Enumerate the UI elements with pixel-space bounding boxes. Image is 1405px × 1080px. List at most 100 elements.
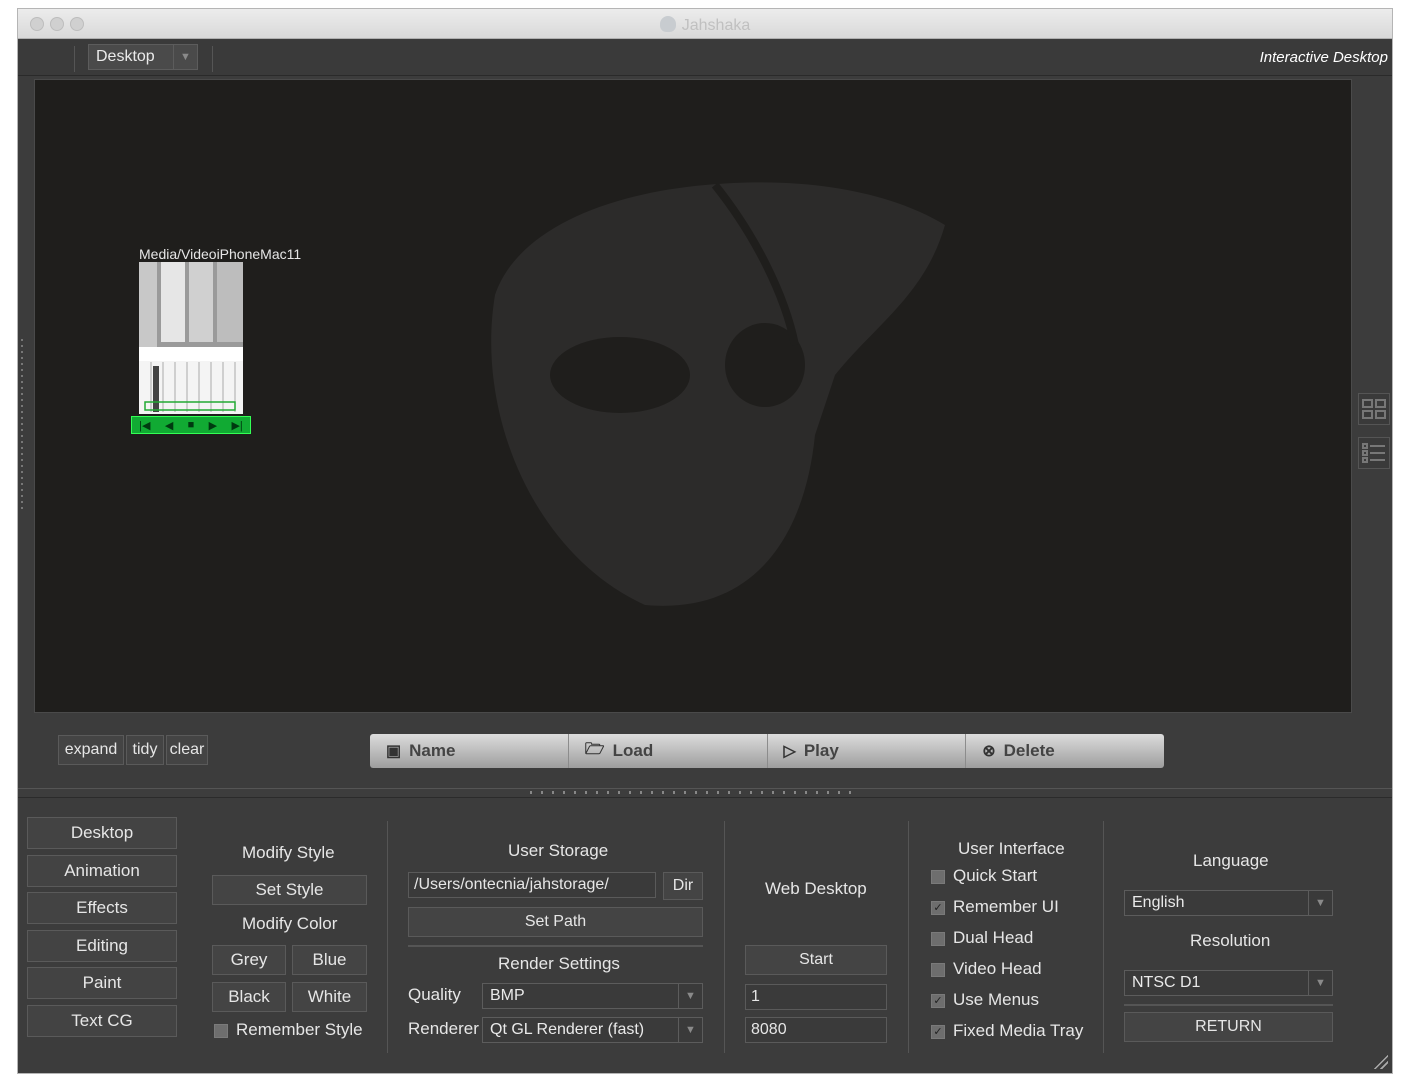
list-view-icon[interactable] <box>1358 437 1390 469</box>
quality-select-value: BMP <box>490 987 525 1004</box>
window-title-text: Jahshaka <box>681 17 751 34</box>
clip-transport-controls: |◀ ◀ ■ ▶ ▶| <box>131 416 251 434</box>
resolution-select-value: NTSC D1 <box>1132 974 1201 991</box>
delete-button[interactable]: ⊗ Delete <box>966 734 1164 768</box>
load-button[interactable]: 🗁 Load <box>569 734 768 768</box>
language-label: Language <box>1193 851 1269 870</box>
nav-animation-button[interactable]: Animation <box>27 855 177 887</box>
renderer-select-value: Qt GL Renderer (fast) <box>490 1021 645 1038</box>
quick-start-checkbox[interactable] <box>931 870 945 884</box>
grid-view-icon[interactable] <box>1358 393 1390 425</box>
desktop-select[interactable]: Desktop ▼ <box>88 44 198 70</box>
skip-end-icon[interactable]: ▶| <box>231 419 242 432</box>
nav-desktop-button[interactable]: Desktop <box>27 817 177 849</box>
app-window: Jahshaka Desktop ▼ Interactive Desktop M… <box>17 8 1393 1074</box>
remember-ui-label: Remember UI <box>953 897 1059 916</box>
jahshaka-mask-watermark <box>491 182 945 606</box>
nav-editing-button[interactable]: Editing <box>27 930 177 962</box>
resolution-label: Resolution <box>1190 931 1271 950</box>
use-menus-label: Use Menus <box>953 990 1039 1009</box>
separator <box>908 821 909 1053</box>
settings-panel: Desktop Animation Effects Editing Paint … <box>18 799 1392 1073</box>
media-clip[interactable]: Media/VideoiPhoneMac11 |◀ ◀ ■ ▶ ▶| <box>131 246 301 434</box>
storage-path-input[interactable]: /Users/ontecnia/jahstorage/ <box>408 872 656 898</box>
separator <box>1103 821 1104 1053</box>
set-style-button[interactable]: Set Style <box>212 875 367 905</box>
image-icon: ▣ <box>386 743 402 760</box>
interactive-desktop[interactable]: Media/VideoiPhoneMac11 |◀ ◀ ■ ▶ ▶| <box>34 79 1352 713</box>
dual-head-checkbox[interactable] <box>931 932 945 946</box>
video-head-checkbox[interactable] <box>931 963 945 977</box>
quality-select[interactable]: BMP ▼ <box>482 983 703 1009</box>
name-button-label: Name <box>409 741 456 760</box>
set-path-button[interactable]: Set Path <box>408 907 703 937</box>
language-select-value: English <box>1132 894 1185 911</box>
grey-button[interactable]: Grey <box>212 945 286 975</box>
separator <box>408 945 703 947</box>
chevron-down-icon: ▼ <box>1308 891 1332 915</box>
nav-paint-button[interactable]: Paint <box>27 967 177 999</box>
remember-style-checkbox[interactable] <box>214 1024 228 1038</box>
resolution-select[interactable]: NTSC D1 ▼ <box>1124 970 1333 996</box>
remember-style-label: Remember Style <box>236 1020 363 1039</box>
load-button-label: Load <box>612 741 654 760</box>
video-head-label: Video Head <box>953 959 1042 978</box>
chevron-down-icon: ▼ <box>1308 971 1332 995</box>
web-start-button[interactable]: Start <box>745 945 887 975</box>
render-settings-label: Render Settings <box>498 954 620 973</box>
modify-color-label: Modify Color <box>242 914 338 933</box>
return-button[interactable]: RETURN <box>1124 1012 1333 1042</box>
clip-thumbnail <box>139 262 243 414</box>
window-resize-handle[interactable] <box>1372 1053 1388 1069</box>
web-field-input[interactable]: 1 <box>745 984 887 1010</box>
separator <box>212 46 213 72</box>
white-button[interactable]: White <box>292 982 367 1012</box>
black-button[interactable]: Black <box>212 982 286 1012</box>
separator <box>1124 1004 1333 1006</box>
separator <box>724 821 725 1053</box>
dir-button[interactable]: Dir <box>663 872 703 900</box>
delete-icon: ⊗ <box>982 743 996 760</box>
user-interface-label: User Interface <box>958 839 1065 858</box>
panel-splitter[interactable] <box>18 788 1392 798</box>
remember-ui-checkbox[interactable]: ✓ <box>931 901 945 915</box>
dual-head-label: Dual Head <box>953 928 1034 947</box>
chevron-down-icon: ▼ <box>678 984 702 1008</box>
renderer-select[interactable]: Qt GL Renderer (fast) ▼ <box>482 1017 703 1043</box>
renderer-label: Renderer <box>408 1019 479 1038</box>
clip-title: Media/VideoiPhoneMac11 <box>139 246 302 262</box>
clear-button[interactable]: clear <box>166 735 208 765</box>
step-back-icon[interactable]: ◀ <box>165 419 173 432</box>
top-toolbar: Desktop ▼ Interactive Desktop <box>18 40 1392 76</box>
name-button[interactable]: ▣ Name <box>370 734 569 768</box>
mode-title: Interactive Desktop <box>1259 49 1388 66</box>
separator <box>74 46 75 72</box>
blue-button[interactable]: Blue <box>292 945 367 975</box>
nav-effects-button[interactable]: Effects <box>27 892 177 924</box>
title-bar: Jahshaka <box>18 9 1392 39</box>
expand-button[interactable]: expand <box>58 735 124 765</box>
delete-button-label: Delete <box>1003 741 1055 760</box>
left-resize-grip[interactable] <box>21 339 23 509</box>
fixed-media-tray-label: Fixed Media Tray <box>953 1021 1084 1040</box>
use-menus-checkbox[interactable]: ✓ <box>931 994 945 1008</box>
media-toolbar: ▣ Name 🗁 Load ▷ Play ⊗ Delete <box>370 734 1164 768</box>
language-select[interactable]: English ▼ <box>1124 890 1333 916</box>
play-icon[interactable]: ▶ <box>209 419 217 432</box>
web-desktop-label: Web Desktop <box>765 879 867 898</box>
desktop-select-value: Desktop <box>96 48 155 65</box>
skip-start-icon[interactable]: |◀ <box>139 419 150 432</box>
fixed-media-tray-checkbox[interactable]: ✓ <box>931 1025 945 1039</box>
tidy-button[interactable]: tidy <box>126 735 164 765</box>
modify-style-label: Modify Style <box>242 843 335 862</box>
stop-icon[interactable]: ■ <box>188 419 195 431</box>
app-logo-icon <box>659 16 676 32</box>
folder-open-icon: 🗁 <box>584 740 605 758</box>
play-icon: ▷ <box>783 743 796 760</box>
play-button-label: Play <box>803 741 839 760</box>
chevron-down-icon: ▼ <box>173 45 197 69</box>
web-port-input[interactable]: 8080 <box>745 1017 887 1043</box>
play-button[interactable]: ▷ Play <box>768 734 967 768</box>
user-storage-label: User Storage <box>508 841 609 860</box>
nav-textcg-button[interactable]: Text CG <box>27 1005 177 1037</box>
